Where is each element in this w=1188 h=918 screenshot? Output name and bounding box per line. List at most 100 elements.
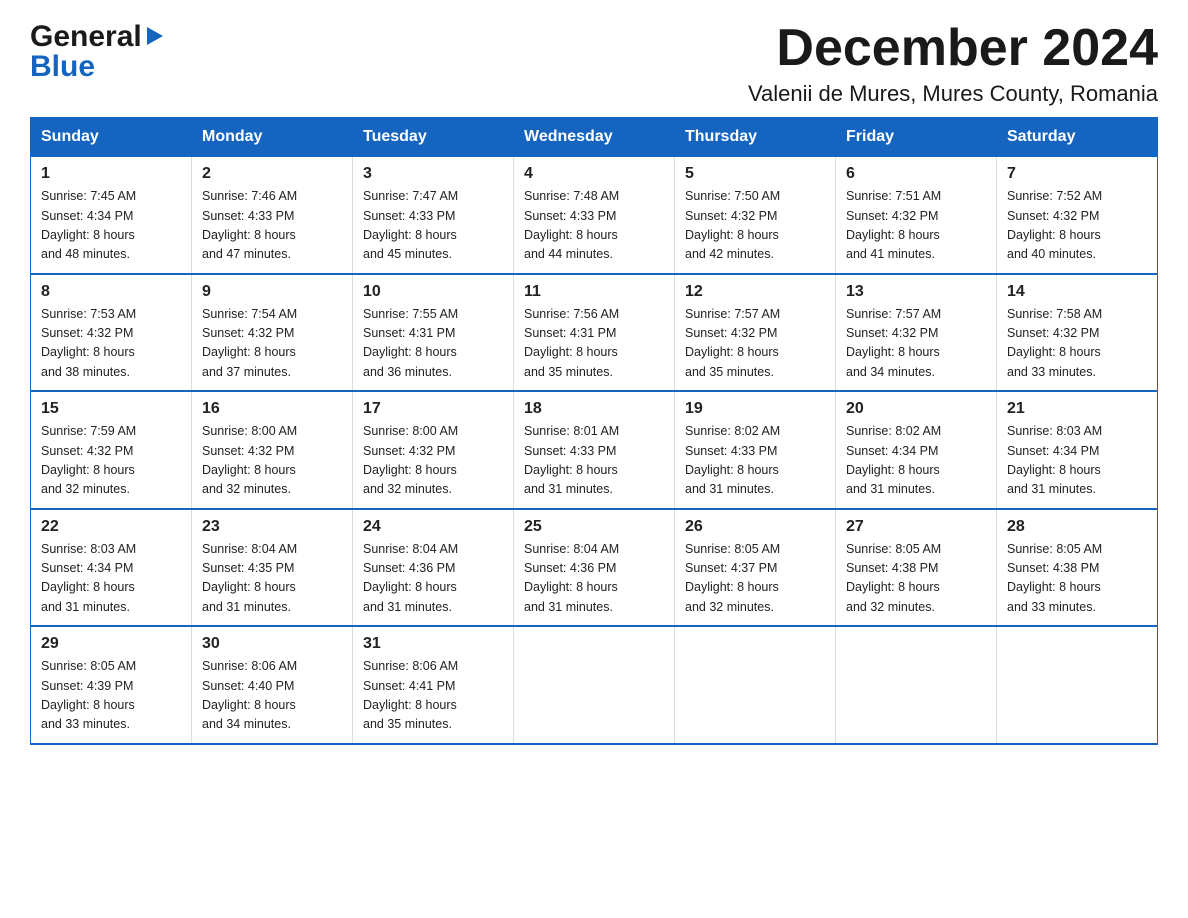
calendar-cell: 25 Sunrise: 8:04 AM Sunset: 4:36 PM Dayl… [514,509,675,627]
header: General Blue December 2024 Valenii de Mu… [30,20,1158,107]
calendar-cell: 6 Sunrise: 7:51 AM Sunset: 4:32 PM Dayli… [836,157,997,274]
day-info: Sunrise: 7:45 AM Sunset: 4:34 PM Dayligh… [41,187,181,265]
day-number: 9 [202,283,342,301]
day-info: Sunrise: 8:05 AM Sunset: 4:38 PM Dayligh… [1007,540,1147,618]
day-number: 3 [363,165,503,183]
calendar-cell: 2 Sunrise: 7:46 AM Sunset: 4:33 PM Dayli… [192,157,353,274]
day-info: Sunrise: 8:04 AM Sunset: 4:35 PM Dayligh… [202,540,342,618]
calendar-cell: 5 Sunrise: 7:50 AM Sunset: 4:32 PM Dayli… [675,157,836,274]
page-subtitle: Valenii de Mures, Mures County, Romania [748,81,1158,107]
calendar-cell: 9 Sunrise: 7:54 AM Sunset: 4:32 PM Dayli… [192,274,353,392]
calendar-cell: 18 Sunrise: 8:01 AM Sunset: 4:33 PM Dayl… [514,391,675,509]
calendar-cell: 8 Sunrise: 7:53 AM Sunset: 4:32 PM Dayli… [31,274,192,392]
calendar-cell: 10 Sunrise: 7:55 AM Sunset: 4:31 PM Dayl… [353,274,514,392]
day-number: 19 [685,400,825,418]
calendar-cell: 22 Sunrise: 8:03 AM Sunset: 4:34 PM Dayl… [31,509,192,627]
calendar-cell: 15 Sunrise: 7:59 AM Sunset: 4:32 PM Dayl… [31,391,192,509]
day-info: Sunrise: 7:52 AM Sunset: 4:32 PM Dayligh… [1007,187,1147,265]
day-number: 10 [363,283,503,301]
day-info: Sunrise: 8:06 AM Sunset: 4:41 PM Dayligh… [363,657,503,735]
calendar-cell: 1 Sunrise: 7:45 AM Sunset: 4:34 PM Dayli… [31,157,192,274]
day-info: Sunrise: 7:58 AM Sunset: 4:32 PM Dayligh… [1007,305,1147,383]
day-info: Sunrise: 8:03 AM Sunset: 4:34 PM Dayligh… [1007,422,1147,500]
day-number: 11 [524,283,664,301]
calendar-cell: 17 Sunrise: 8:00 AM Sunset: 4:32 PM Dayl… [353,391,514,509]
calendar-week-3: 15 Sunrise: 7:59 AM Sunset: 4:32 PM Dayl… [31,391,1158,509]
calendar-cell: 24 Sunrise: 8:04 AM Sunset: 4:36 PM Dayl… [353,509,514,627]
day-info: Sunrise: 7:48 AM Sunset: 4:33 PM Dayligh… [524,187,664,265]
logo: General Blue [30,20,165,84]
day-number: 2 [202,165,342,183]
day-info: Sunrise: 8:02 AM Sunset: 4:34 PM Dayligh… [846,422,986,500]
calendar-week-1: 1 Sunrise: 7:45 AM Sunset: 4:34 PM Dayli… [31,157,1158,274]
logo-general-text: General [30,20,142,54]
day-info: Sunrise: 7:53 AM Sunset: 4:32 PM Dayligh… [41,305,181,383]
calendar-week-4: 22 Sunrise: 8:03 AM Sunset: 4:34 PM Dayl… [31,509,1158,627]
calendar-cell [836,626,997,744]
calendar-cell: 31 Sunrise: 8:06 AM Sunset: 4:41 PM Dayl… [353,626,514,744]
calendar-cell: 26 Sunrise: 8:05 AM Sunset: 4:37 PM Dayl… [675,509,836,627]
day-number: 28 [1007,518,1147,536]
calendar-cell: 30 Sunrise: 8:06 AM Sunset: 4:40 PM Dayl… [192,626,353,744]
calendar-cell: 14 Sunrise: 7:58 AM Sunset: 4:32 PM Dayl… [997,274,1158,392]
day-number: 18 [524,400,664,418]
calendar-cell: 4 Sunrise: 7:48 AM Sunset: 4:33 PM Dayli… [514,157,675,274]
calendar-cell: 23 Sunrise: 8:04 AM Sunset: 4:35 PM Dayl… [192,509,353,627]
calendar-header-tuesday: Tuesday [353,118,514,157]
calendar-week-2: 8 Sunrise: 7:53 AM Sunset: 4:32 PM Dayli… [31,274,1158,392]
calendar-header-wednesday: Wednesday [514,118,675,157]
day-number: 1 [41,165,181,183]
day-info: Sunrise: 7:50 AM Sunset: 4:32 PM Dayligh… [685,187,825,265]
day-info: Sunrise: 7:51 AM Sunset: 4:32 PM Dayligh… [846,187,986,265]
calendar-cell [514,626,675,744]
day-number: 14 [1007,283,1147,301]
calendar-header-thursday: Thursday [675,118,836,157]
day-number: 29 [41,635,181,653]
day-number: 21 [1007,400,1147,418]
calendar-cell: 27 Sunrise: 8:05 AM Sunset: 4:38 PM Dayl… [836,509,997,627]
calendar-cell: 28 Sunrise: 8:05 AM Sunset: 4:38 PM Dayl… [997,509,1158,627]
calendar-week-5: 29 Sunrise: 8:05 AM Sunset: 4:39 PM Dayl… [31,626,1158,744]
day-number: 15 [41,400,181,418]
calendar-cell: 12 Sunrise: 7:57 AM Sunset: 4:32 PM Dayl… [675,274,836,392]
day-number: 24 [363,518,503,536]
calendar-cell: 3 Sunrise: 7:47 AM Sunset: 4:33 PM Dayli… [353,157,514,274]
day-number: 31 [363,635,503,653]
day-info: Sunrise: 8:04 AM Sunset: 4:36 PM Dayligh… [524,540,664,618]
calendar-cell: 7 Sunrise: 7:52 AM Sunset: 4:32 PM Dayli… [997,157,1158,274]
calendar-cell: 13 Sunrise: 7:57 AM Sunset: 4:32 PM Dayl… [836,274,997,392]
day-info: Sunrise: 7:59 AM Sunset: 4:32 PM Dayligh… [41,422,181,500]
day-number: 13 [846,283,986,301]
day-info: Sunrise: 7:47 AM Sunset: 4:33 PM Dayligh… [363,187,503,265]
calendar-cell: 11 Sunrise: 7:56 AM Sunset: 4:31 PM Dayl… [514,274,675,392]
day-info: Sunrise: 7:54 AM Sunset: 4:32 PM Dayligh… [202,305,342,383]
day-number: 27 [846,518,986,536]
calendar-cell: 29 Sunrise: 8:05 AM Sunset: 4:39 PM Dayl… [31,626,192,744]
day-number: 7 [1007,165,1147,183]
day-info: Sunrise: 8:06 AM Sunset: 4:40 PM Dayligh… [202,657,342,735]
calendar-header-monday: Monday [192,118,353,157]
calendar-header-sunday: Sunday [31,118,192,157]
day-number: 26 [685,518,825,536]
day-number: 8 [41,283,181,301]
day-info: Sunrise: 8:05 AM Sunset: 4:39 PM Dayligh… [41,657,181,735]
calendar-cell: 20 Sunrise: 8:02 AM Sunset: 4:34 PM Dayl… [836,391,997,509]
day-info: Sunrise: 8:02 AM Sunset: 4:33 PM Dayligh… [685,422,825,500]
day-number: 12 [685,283,825,301]
logo-triangle-icon [145,25,165,52]
day-number: 5 [685,165,825,183]
day-info: Sunrise: 7:57 AM Sunset: 4:32 PM Dayligh… [685,305,825,383]
day-info: Sunrise: 8:05 AM Sunset: 4:38 PM Dayligh… [846,540,986,618]
day-info: Sunrise: 8:00 AM Sunset: 4:32 PM Dayligh… [363,422,503,500]
day-number: 6 [846,165,986,183]
calendar-table: SundayMondayTuesdayWednesdayThursdayFrid… [30,117,1158,745]
day-info: Sunrise: 7:55 AM Sunset: 4:31 PM Dayligh… [363,305,503,383]
day-number: 4 [524,165,664,183]
calendar-cell [997,626,1158,744]
calendar-header-friday: Friday [836,118,997,157]
calendar-cell: 19 Sunrise: 8:02 AM Sunset: 4:33 PM Dayl… [675,391,836,509]
day-info: Sunrise: 8:01 AM Sunset: 4:33 PM Dayligh… [524,422,664,500]
calendar-header-row: SundayMondayTuesdayWednesdayThursdayFrid… [31,118,1158,157]
day-info: Sunrise: 8:05 AM Sunset: 4:37 PM Dayligh… [685,540,825,618]
day-info: Sunrise: 7:46 AM Sunset: 4:33 PM Dayligh… [202,187,342,265]
